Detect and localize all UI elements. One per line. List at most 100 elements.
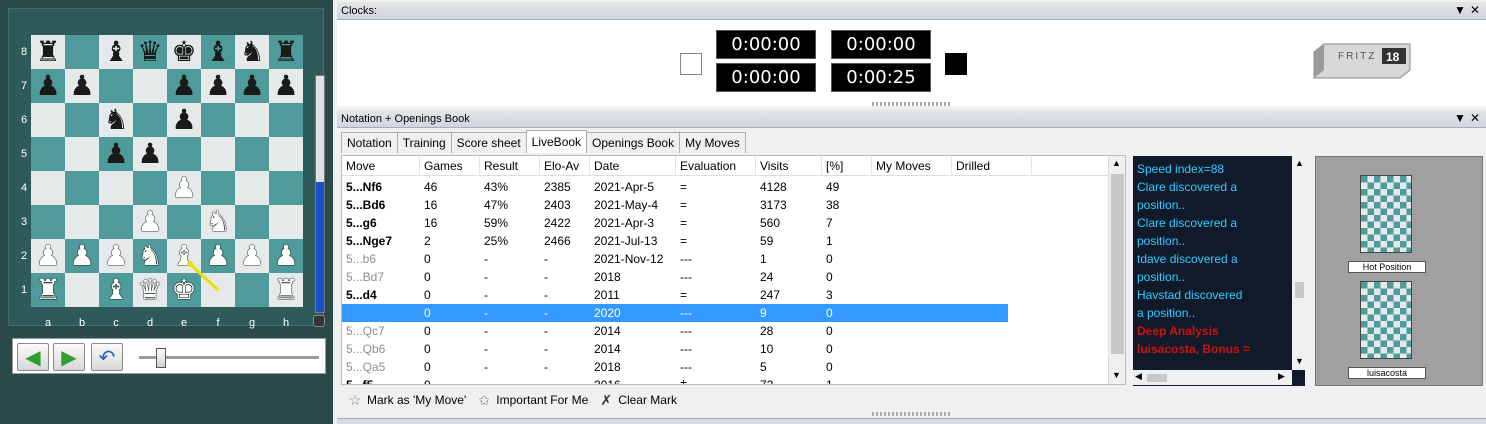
square-e1[interactable]: ♚ — [167, 273, 201, 307]
table-row[interactable]: 5...g6 16 59% 2422 2021-Apr-3 = 560 7 — [342, 214, 1108, 232]
black-king-icon[interactable]: ♚ — [171, 35, 196, 69]
table-row[interactable]: 5...b6 0 - - 2021-Nov-12 --- 1 0 — [342, 250, 1108, 268]
column-header[interactable]: Move — [342, 156, 420, 176]
square-h4[interactable] — [269, 171, 303, 205]
square-d1[interactable]: ♛ — [133, 273, 167, 307]
column-header[interactable]: Evaluation — [676, 156, 756, 176]
scroll-right-icon[interactable]: ▶ — [1278, 371, 1285, 382]
scroll-left-icon[interactable]: ◀ — [1135, 371, 1142, 382]
black-queen-icon[interactable]: ♛ — [137, 35, 162, 69]
close-icon[interactable]: ✕ — [1470, 111, 1480, 125]
square-g1[interactable] — [235, 273, 269, 307]
vertical-scrollbar[interactable]: ▲ ▼ — [1108, 156, 1125, 384]
square-d3[interactable]: ♟ — [133, 205, 167, 239]
square-g3[interactable] — [235, 205, 269, 239]
square-a5[interactable] — [31, 137, 65, 171]
square-b4[interactable] — [65, 171, 99, 205]
white-pawn-icon[interactable]: ♟ — [239, 239, 264, 273]
column-header[interactable]: Result — [480, 156, 540, 176]
resize-grip[interactable] — [872, 412, 952, 416]
table-row[interactable]: 5...Nge7 2 25% 2466 2021-Jul-13 = 59 1 — [342, 232, 1108, 250]
table-row[interactable]: 0 - - 2020 --- 9 0 — [342, 304, 1008, 322]
white-pawn-icon[interactable]: ♟ — [103, 239, 128, 273]
square-f6[interactable] — [201, 103, 235, 137]
scrollbar-thumb[interactable] — [1295, 282, 1304, 298]
tab-openings-book[interactable]: Openings Book — [586, 132, 681, 153]
square-g8[interactable]: ♞ — [235, 35, 269, 69]
pin-icon[interactable]: ▼ — [1454, 111, 1466, 125]
scrollbar-thumb[interactable] — [1111, 174, 1124, 354]
scrollbar-thumb[interactable] — [1147, 374, 1167, 382]
square-f2[interactable]: ♟ — [201, 239, 235, 273]
square-f7[interactable]: ♟ — [201, 69, 235, 103]
square-g7[interactable]: ♟ — [235, 69, 269, 103]
column-header[interactable]: Visits — [756, 156, 822, 176]
column-header[interactable]: [%] — [822, 156, 872, 176]
tab-my-moves[interactable]: My Moves — [679, 132, 746, 153]
chat-horizontal-scrollbar[interactable]: ◀ ▶ — [1133, 370, 1292, 385]
square-g5[interactable] — [235, 137, 269, 171]
square-d5[interactable]: ♟ — [133, 137, 167, 171]
square-a1[interactable]: ♜ — [31, 273, 65, 307]
tab-training[interactable]: Training — [396, 132, 452, 153]
table-row[interactable]: 5...Bd7 0 - - 2018 --- 24 0 — [342, 268, 1108, 286]
square-h6[interactable] — [269, 103, 303, 137]
square-b7[interactable]: ♟ — [65, 69, 99, 103]
square-g2[interactable]: ♟ — [235, 239, 269, 273]
arrow-left-icon[interactable]: ◀ — [17, 343, 49, 371]
square-h7[interactable]: ♟ — [269, 69, 303, 103]
white-rook-icon[interactable]: ♜ — [35, 273, 60, 307]
square-a6[interactable] — [31, 103, 65, 137]
table-row[interactable]: 5...f5 0 - - 2016 ⩲ 72 1 — [342, 376, 1108, 384]
scroll-down-icon[interactable]: ▼ — [1295, 356, 1304, 366]
square-e6[interactable]: ♟ — [167, 103, 201, 137]
scroll-up-icon[interactable]: ▲ — [1295, 158, 1304, 168]
white-knight-icon[interactable]: ♞ — [205, 205, 230, 239]
column-header[interactable]: My Moves — [872, 156, 952, 176]
square-c8[interactable]: ♝ — [99, 35, 133, 69]
square-e4[interactable]: ♟ — [167, 171, 201, 205]
scroll-down-icon[interactable]: ▼ — [1112, 370, 1121, 380]
square-f4[interactable] — [201, 171, 235, 205]
table-row[interactable]: 5...Qc7 0 - - 2014 --- 28 0 — [342, 322, 1108, 340]
chat-vertical-scrollbar[interactable]: ▲ ▼ — [1292, 156, 1307, 370]
square-c5[interactable]: ♟ — [99, 137, 133, 171]
square-b2[interactable]: ♟ — [65, 239, 99, 273]
square-b3[interactable] — [65, 205, 99, 239]
white-king-icon[interactable]: ♚ — [171, 273, 196, 307]
tab-livebook[interactable]: LiveBook — [525, 130, 588, 153]
white-bishop-icon[interactable]: ♝ — [103, 273, 128, 307]
square-f5[interactable] — [201, 137, 235, 171]
clear-mark-button[interactable]: ✗ Clear Mark — [598, 392, 677, 408]
black-pawn-icon[interactable]: ♟ — [171, 69, 196, 103]
square-d4[interactable] — [133, 171, 167, 205]
square-d2[interactable]: ♞ — [133, 239, 167, 273]
white-pawn-icon[interactable]: ♟ — [171, 171, 196, 205]
square-e2[interactable]: ♝ — [167, 239, 201, 273]
move-slider-thumb[interactable] — [156, 348, 166, 368]
square-b5[interactable] — [65, 137, 99, 171]
black-bishop-icon[interactable]: ♝ — [205, 35, 230, 69]
square-e3[interactable] — [167, 205, 201, 239]
black-pawn-icon[interactable]: ♟ — [69, 69, 94, 103]
black-rook-icon[interactable]: ♜ — [273, 35, 298, 69]
square-h3[interactable] — [269, 205, 303, 239]
column-header[interactable]: Games — [420, 156, 480, 176]
tab-score-sheet[interactable]: Score sheet — [450, 132, 527, 153]
undo-icon[interactable]: ↶ — [91, 343, 123, 371]
square-c4[interactable] — [99, 171, 133, 205]
table-row[interactable]: 5...Qa5 0 - - 2018 --- 5 0 — [342, 358, 1108, 376]
white-bishop-icon[interactable]: ♝ — [171, 239, 196, 273]
square-f1[interactable] — [201, 273, 235, 307]
white-queen-icon[interactable]: ♛ — [137, 273, 162, 307]
table-row[interactable]: 5...Qb6 0 - - 2014 --- 10 0 — [342, 340, 1108, 358]
black-pawn-icon[interactable]: ♟ — [103, 137, 128, 171]
square-a8[interactable]: ♜ — [31, 35, 65, 69]
square-a7[interactable]: ♟ — [31, 69, 65, 103]
chess-board[interactable]: ♜ ♝ ♛ ♚ ♝ ♞ ♜ ♟ ♟ ♟ ♟ ♟ ♟ ♞ ♟ ♟ ♟ ♟ ♟ ♞ ♟ ♟ ♟ ♞ ♝ ♟ ♟ ♟ ♜ ♝ ♛ ♚ ♜ — [31, 35, 303, 307]
white-pawn-icon[interactable]: ♟ — [69, 239, 94, 273]
table-row[interactable]: 5...d4 0 - - 2011 = 247 3 — [342, 286, 1108, 304]
mark-my-move-button[interactable]: ☆ Mark as 'My Move' — [347, 392, 467, 408]
square-h1[interactable]: ♜ — [269, 273, 303, 307]
arrow-right-icon[interactable]: ▶ — [53, 343, 85, 371]
